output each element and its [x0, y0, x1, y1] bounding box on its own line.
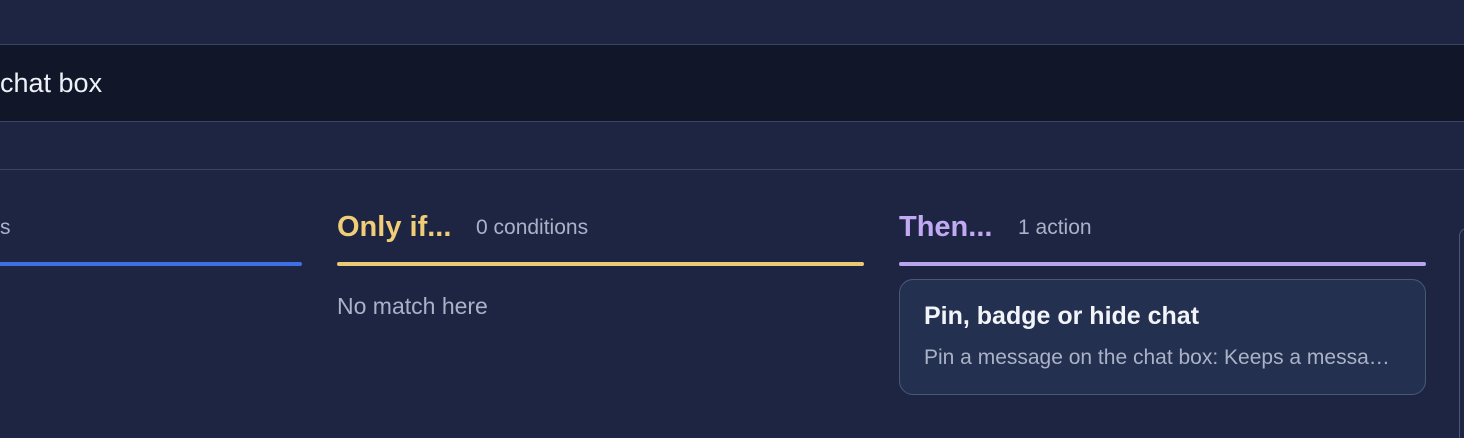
actions-column-header: Then... 1 action: [899, 200, 1426, 266]
next-column-edge: [1459, 228, 1464, 438]
conditions-count: 0 conditions: [476, 216, 589, 239]
conditions-column: Only if... 0 conditions No match here: [337, 200, 864, 319]
triggers-column: s: [0, 200, 302, 266]
conditions-empty-message: No match here: [337, 293, 488, 319]
actions-title: Then...: [899, 211, 993, 243]
triggers-underline: [0, 262, 302, 266]
action-card-description: Pin a message on the chat box: Keeps a m…: [924, 346, 1394, 369]
search-bar[interactable]: chat box: [0, 45, 1464, 122]
actions-underline: [899, 262, 1426, 266]
triggers-column-header: s: [0, 200, 302, 266]
actions-count: 1 action: [1018, 216, 1092, 239]
actions-column: Then... 1 action Pin, badge or hide chat…: [899, 200, 1426, 395]
conditions-title: Only if...: [337, 211, 452, 243]
sub-strip: [0, 123, 1464, 170]
search-input-value[interactable]: chat box: [0, 67, 102, 99]
conditions-underline: [337, 262, 864, 266]
action-card[interactable]: Pin, badge or hide chat Pin a message on…: [899, 279, 1426, 395]
triggers-count: s: [0, 216, 11, 239]
action-card-title: Pin, badge or hide chat: [924, 302, 1200, 330]
conditions-column-header: Only if... 0 conditions: [337, 200, 864, 266]
top-strip: [0, 0, 1464, 45]
